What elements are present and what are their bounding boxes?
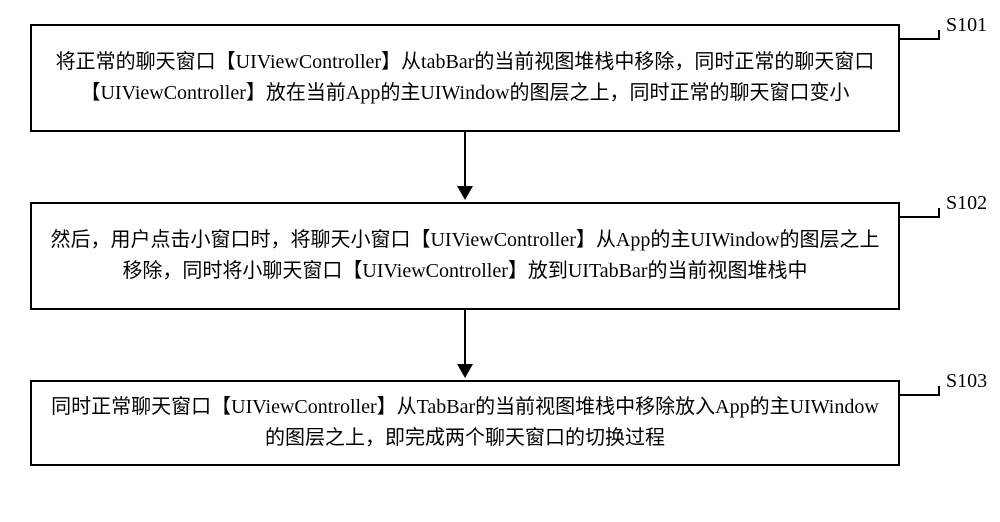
step-box-3: 同时正常聊天窗口【UIViewController】从TabBar的当前视图堆栈… xyxy=(30,380,900,466)
arrow-2-line xyxy=(464,310,466,364)
arrow-2-head xyxy=(457,364,473,378)
step-text-3: 同时正常聊天窗口【UIViewController】从TabBar的当前视图堆栈… xyxy=(46,392,884,454)
step-box-2: 然后，用户点击小窗口时，将聊天小窗口【UIViewController】从App… xyxy=(30,202,900,310)
step-id-2: S102 xyxy=(946,192,987,215)
label-tick-3 xyxy=(938,386,940,396)
label-tick-2 xyxy=(938,208,940,218)
label-tick-1 xyxy=(938,30,940,40)
label-connector-3 xyxy=(900,394,940,396)
step-box-1: 将正常的聊天窗口【UIViewController】从tabBar的当前视图堆栈… xyxy=(30,24,900,132)
step-id-1: S101 xyxy=(946,14,987,37)
arrow-1-head xyxy=(457,186,473,200)
label-connector-2 xyxy=(900,216,940,218)
arrow-1-line xyxy=(464,132,466,186)
step-text-2: 然后，用户点击小窗口时，将聊天小窗口【UIViewController】从App… xyxy=(46,225,884,287)
step-id-3: S103 xyxy=(946,370,987,393)
label-connector-1 xyxy=(900,38,940,40)
step-text-1: 将正常的聊天窗口【UIViewController】从tabBar的当前视图堆栈… xyxy=(46,47,884,109)
flowchart-canvas: 将正常的聊天窗口【UIViewController】从tabBar的当前视图堆栈… xyxy=(0,0,1000,522)
